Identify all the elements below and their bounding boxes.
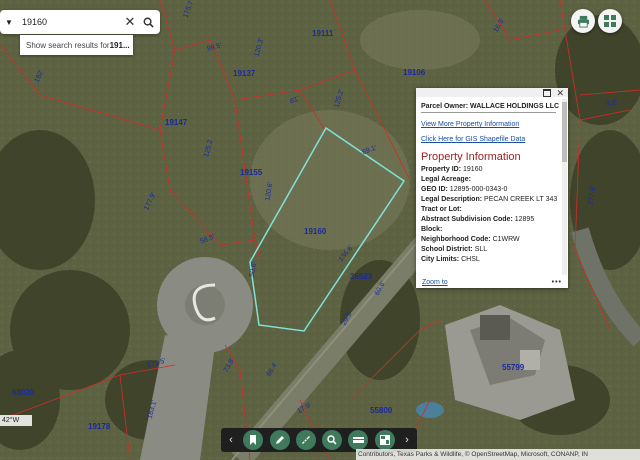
- field-label: Property ID:: [421, 166, 462, 173]
- field-label: Block:: [421, 226, 443, 233]
- field-row: GEO ID: 12895-000-0343-0: [421, 185, 556, 195]
- parcel-label: 19147: [165, 118, 188, 127]
- search-source-dropdown[interactable]: ▼: [0, 18, 18, 27]
- field-value: SLL: [474, 246, 488, 253]
- field-label: School District:: [421, 246, 473, 253]
- layers-icon: [352, 437, 364, 443]
- field-value: 12895-000-0343-0: [449, 186, 508, 193]
- popup-scrollbar[interactable]: [562, 99, 567, 275]
- owner-value: WALLACE HOLDINGS LLC: [470, 103, 560, 110]
- bookmark-icon: [250, 435, 257, 445]
- popup-footer: Zoom to •••: [416, 277, 568, 288]
- field-row: Tract or Lot:: [421, 205, 556, 215]
- clear-search-icon[interactable]: ✕: [122, 14, 138, 30]
- field-row: School District: SLL: [421, 245, 556, 255]
- search-input[interactable]: [18, 17, 122, 27]
- search-suggestion[interactable]: Show search results for 191...: [20, 35, 133, 55]
- field-value: 19160: [463, 166, 483, 173]
- property-info-title: Property Information: [421, 151, 521, 163]
- popup-header: ✕: [416, 88, 568, 97]
- close-icon[interactable]: ✕: [556, 88, 564, 97]
- search-box: ▼ ✕: [0, 10, 160, 34]
- gis-shapefile-link[interactable]: Click Here for GIS Shapefile Data: [421, 136, 556, 143]
- suggestion-term: 191...: [109, 40, 130, 50]
- parcel-label: 19106: [403, 68, 426, 77]
- basemap-button[interactable]: [598, 9, 622, 33]
- suggestion-prefix: Show search results for: [26, 40, 110, 50]
- parcel-label: 19160: [304, 227, 327, 236]
- view-more-link[interactable]: View More Property Information: [421, 121, 556, 128]
- printer-icon: [577, 15, 589, 28]
- more-options-icon[interactable]: •••: [552, 279, 562, 286]
- field-label: Tract or Lot:: [421, 206, 462, 213]
- field-label: City Limits:: [421, 256, 460, 263]
- field-row: Legal Description: PECAN CREEK LT 343: [421, 195, 558, 205]
- scrollbar-thumb[interactable]: [562, 102, 567, 162]
- field-row: Property ID: 19160: [421, 165, 556, 175]
- grid-icon: [604, 15, 616, 27]
- select-button[interactable]: [322, 430, 343, 450]
- zoom-select-icon: [327, 435, 337, 445]
- measure-button[interactable]: [295, 430, 316, 450]
- popup-content: Parcel Owner: WALLACE HOLDINGS LLC View …: [416, 97, 561, 277]
- parcel-popup: ✕ Parcel Owner: WALLACE HOLDINGS LLC Vie…: [416, 88, 568, 288]
- dimension-label: 1.2': [606, 100, 618, 107]
- coordinate-readout: 42°W: [0, 415, 32, 426]
- maximize-icon[interactable]: [543, 88, 552, 97]
- parcel-label: 19178: [88, 422, 111, 431]
- field-label: GEO ID:: [421, 186, 448, 193]
- field-value: C1WRW: [492, 236, 520, 243]
- field-row: City Limits: CHSL: [421, 255, 556, 265]
- zoom-to-link[interactable]: Zoom to: [422, 279, 448, 286]
- field-row: Neighborhood Code: C1WRW: [421, 235, 556, 245]
- parcel-label: 55800: [370, 406, 393, 415]
- table-icon: [379, 435, 390, 445]
- field-value: 12895: [514, 216, 535, 223]
- field-label: Legal Description:: [421, 196, 483, 203]
- bookmark-button[interactable]: [243, 430, 264, 450]
- parcel-label: 19155: [240, 168, 263, 177]
- search-icon[interactable]: [138, 17, 158, 28]
- field-row: Legal Acreage:: [421, 175, 556, 185]
- attribute-table-button[interactable]: [374, 430, 395, 450]
- field-label: Neighborhood Code:: [421, 236, 491, 243]
- parcel-label: 36523: [350, 272, 373, 281]
- field-label: Legal Acreage:: [421, 176, 471, 183]
- map-attribution: Contributors, Texas Parks & Wildlife, © …: [356, 449, 640, 460]
- parcel-label: 19111: [312, 29, 334, 38]
- parcel-label: 55799: [502, 363, 525, 372]
- field-row: Abstract Subdivision Code: 12895: [421, 215, 556, 225]
- field-value: PECAN CREEK LT 343: [484, 196, 558, 203]
- owner-label: Parcel Owner:: [421, 103, 469, 110]
- owner-line: Parcel Owner: WALLACE HOLDINGS LLC: [421, 103, 560, 113]
- field-label: Abstract Subdivision Code:: [421, 216, 513, 223]
- parcel-label: 19137: [233, 69, 256, 78]
- field-value: CHSL: [461, 256, 480, 263]
- print-button[interactable]: [571, 9, 595, 33]
- field-row: Block:: [421, 225, 556, 235]
- pencil-icon: [275, 436, 284, 444]
- ruler-icon: [301, 436, 310, 444]
- pool: [416, 402, 444, 418]
- toolbar-next-icon[interactable]: ›: [401, 434, 413, 446]
- draw-button[interactable]: [269, 430, 290, 450]
- parcel-label: 68020: [12, 388, 35, 397]
- layers-button[interactable]: [348, 430, 369, 450]
- toolbar-prev-icon[interactable]: ‹: [225, 434, 237, 446]
